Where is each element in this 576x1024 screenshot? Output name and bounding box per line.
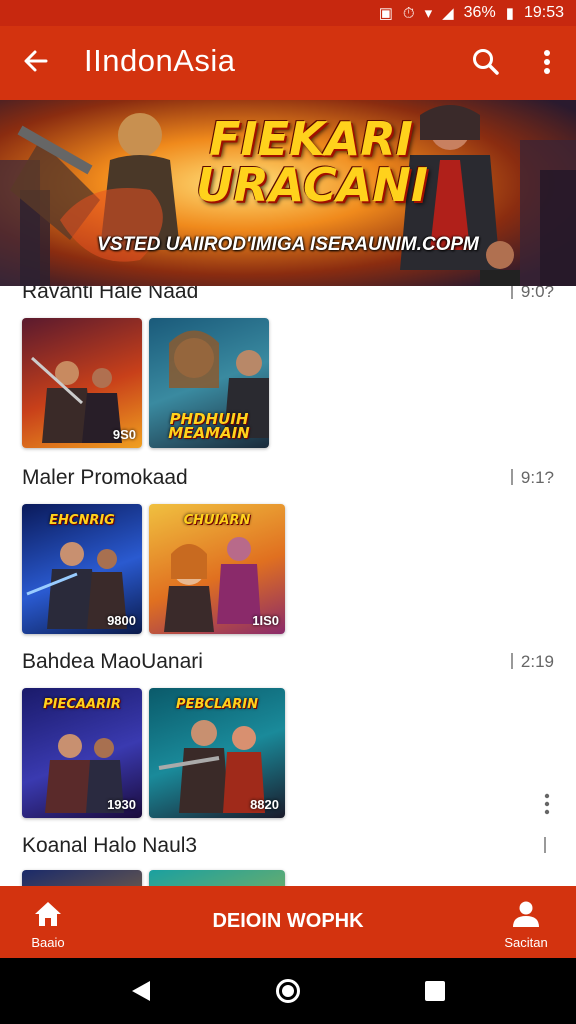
battery-icon: ▮ bbox=[505, 5, 514, 22]
page-title: IIndonAsia bbox=[84, 43, 236, 78]
signal-icon: ◢ bbox=[442, 5, 454, 22]
recents-square-icon[interactable] bbox=[422, 978, 448, 1004]
section-time: 9:1? bbox=[511, 468, 554, 488]
more-vert-icon[interactable] bbox=[542, 792, 552, 816]
game-tile[interactable] bbox=[22, 870, 142, 886]
tile-price: 9800 bbox=[107, 613, 136, 628]
alarm-icon: ⏱ bbox=[402, 4, 415, 22]
back-triangle-icon[interactable] bbox=[128, 978, 154, 1004]
battery-level: 36% bbox=[463, 4, 496, 21]
nav-home-label: Baaio bbox=[31, 935, 65, 950]
home-circle-icon[interactable] bbox=[275, 978, 301, 1004]
tile-label: PEBCLARIN bbox=[176, 697, 258, 712]
nav-profile[interactable]: Sacitan bbox=[496, 900, 556, 950]
tile-label: CHUIARN bbox=[183, 513, 251, 528]
section-time: 2:19 bbox=[511, 652, 554, 672]
section-title: Ravanti Hale Naad bbox=[22, 286, 199, 303]
section-time bbox=[544, 836, 554, 856]
game-tile[interactable] bbox=[149, 870, 285, 886]
game-tile[interactable]: 9S0 bbox=[22, 318, 142, 448]
tile-label: PHDHUIH MEAMAIN bbox=[168, 410, 250, 442]
tile-label: PIECAARIR bbox=[43, 697, 121, 712]
content-list[interactable]: Ravanti Hale Naad 9:0? 9S0 PHDHUIH MEAMA… bbox=[0, 286, 576, 886]
notification-icon: ▣ bbox=[378, 5, 393, 22]
game-tile[interactable]: PHDHUIH MEAMAIN bbox=[149, 318, 269, 448]
app-bar: IIndonAsia bbox=[0, 26, 576, 100]
bottom-nav: Baaio DEIOIN WOPHK Sacitan bbox=[0, 886, 576, 958]
system-nav-bar bbox=[0, 958, 576, 1024]
more-vert-icon[interactable] bbox=[536, 46, 558, 78]
wifi-icon: ▾ bbox=[424, 5, 433, 22]
tile-price: 8820 bbox=[250, 797, 279, 812]
tile-price: 1930 bbox=[107, 797, 136, 812]
nav-profile-label: Sacitan bbox=[504, 935, 548, 950]
game-tile[interactable]: PIECAARIR 1930 bbox=[22, 688, 142, 818]
back-arrow-icon[interactable] bbox=[20, 45, 52, 77]
section-time: 9:0? bbox=[511, 286, 554, 302]
tile-label: EHCNRIG bbox=[49, 513, 115, 528]
banner-subtitle: VSTED UAIIROD'IMIGA ISERAUNIM.COPM bbox=[97, 234, 479, 255]
section-title: Maler Promokaad bbox=[22, 466, 188, 489]
nav-center-action[interactable]: DEIOIN WOPHK bbox=[0, 910, 576, 933]
clock: 19:53 bbox=[523, 4, 564, 21]
tile-price: 1IS0 bbox=[252, 613, 279, 628]
search-icon[interactable] bbox=[470, 46, 502, 78]
section-title: Koanal Halo Naul3 bbox=[22, 834, 198, 857]
promo-banner[interactable]: FIEKARI URACANI VSTED UAIIROD'IMIGA ISER… bbox=[0, 100, 576, 286]
banner-title: FIEKARI URACANI bbox=[196, 112, 428, 212]
status-bar: ▣ ⏱ ▾ ◢ 36% ▮ 19:53 bbox=[0, 0, 576, 26]
section-title: Bahdea MaoUanari bbox=[22, 650, 203, 673]
profile-icon bbox=[513, 901, 539, 927]
game-tile[interactable]: EHCNRIG 9800 bbox=[22, 504, 142, 634]
tile-price: 9S0 bbox=[112, 427, 136, 442]
game-tile[interactable]: PEBCLARIN 8820 bbox=[149, 688, 285, 818]
game-tile[interactable]: CHUIARN 1IS0 bbox=[149, 504, 285, 634]
